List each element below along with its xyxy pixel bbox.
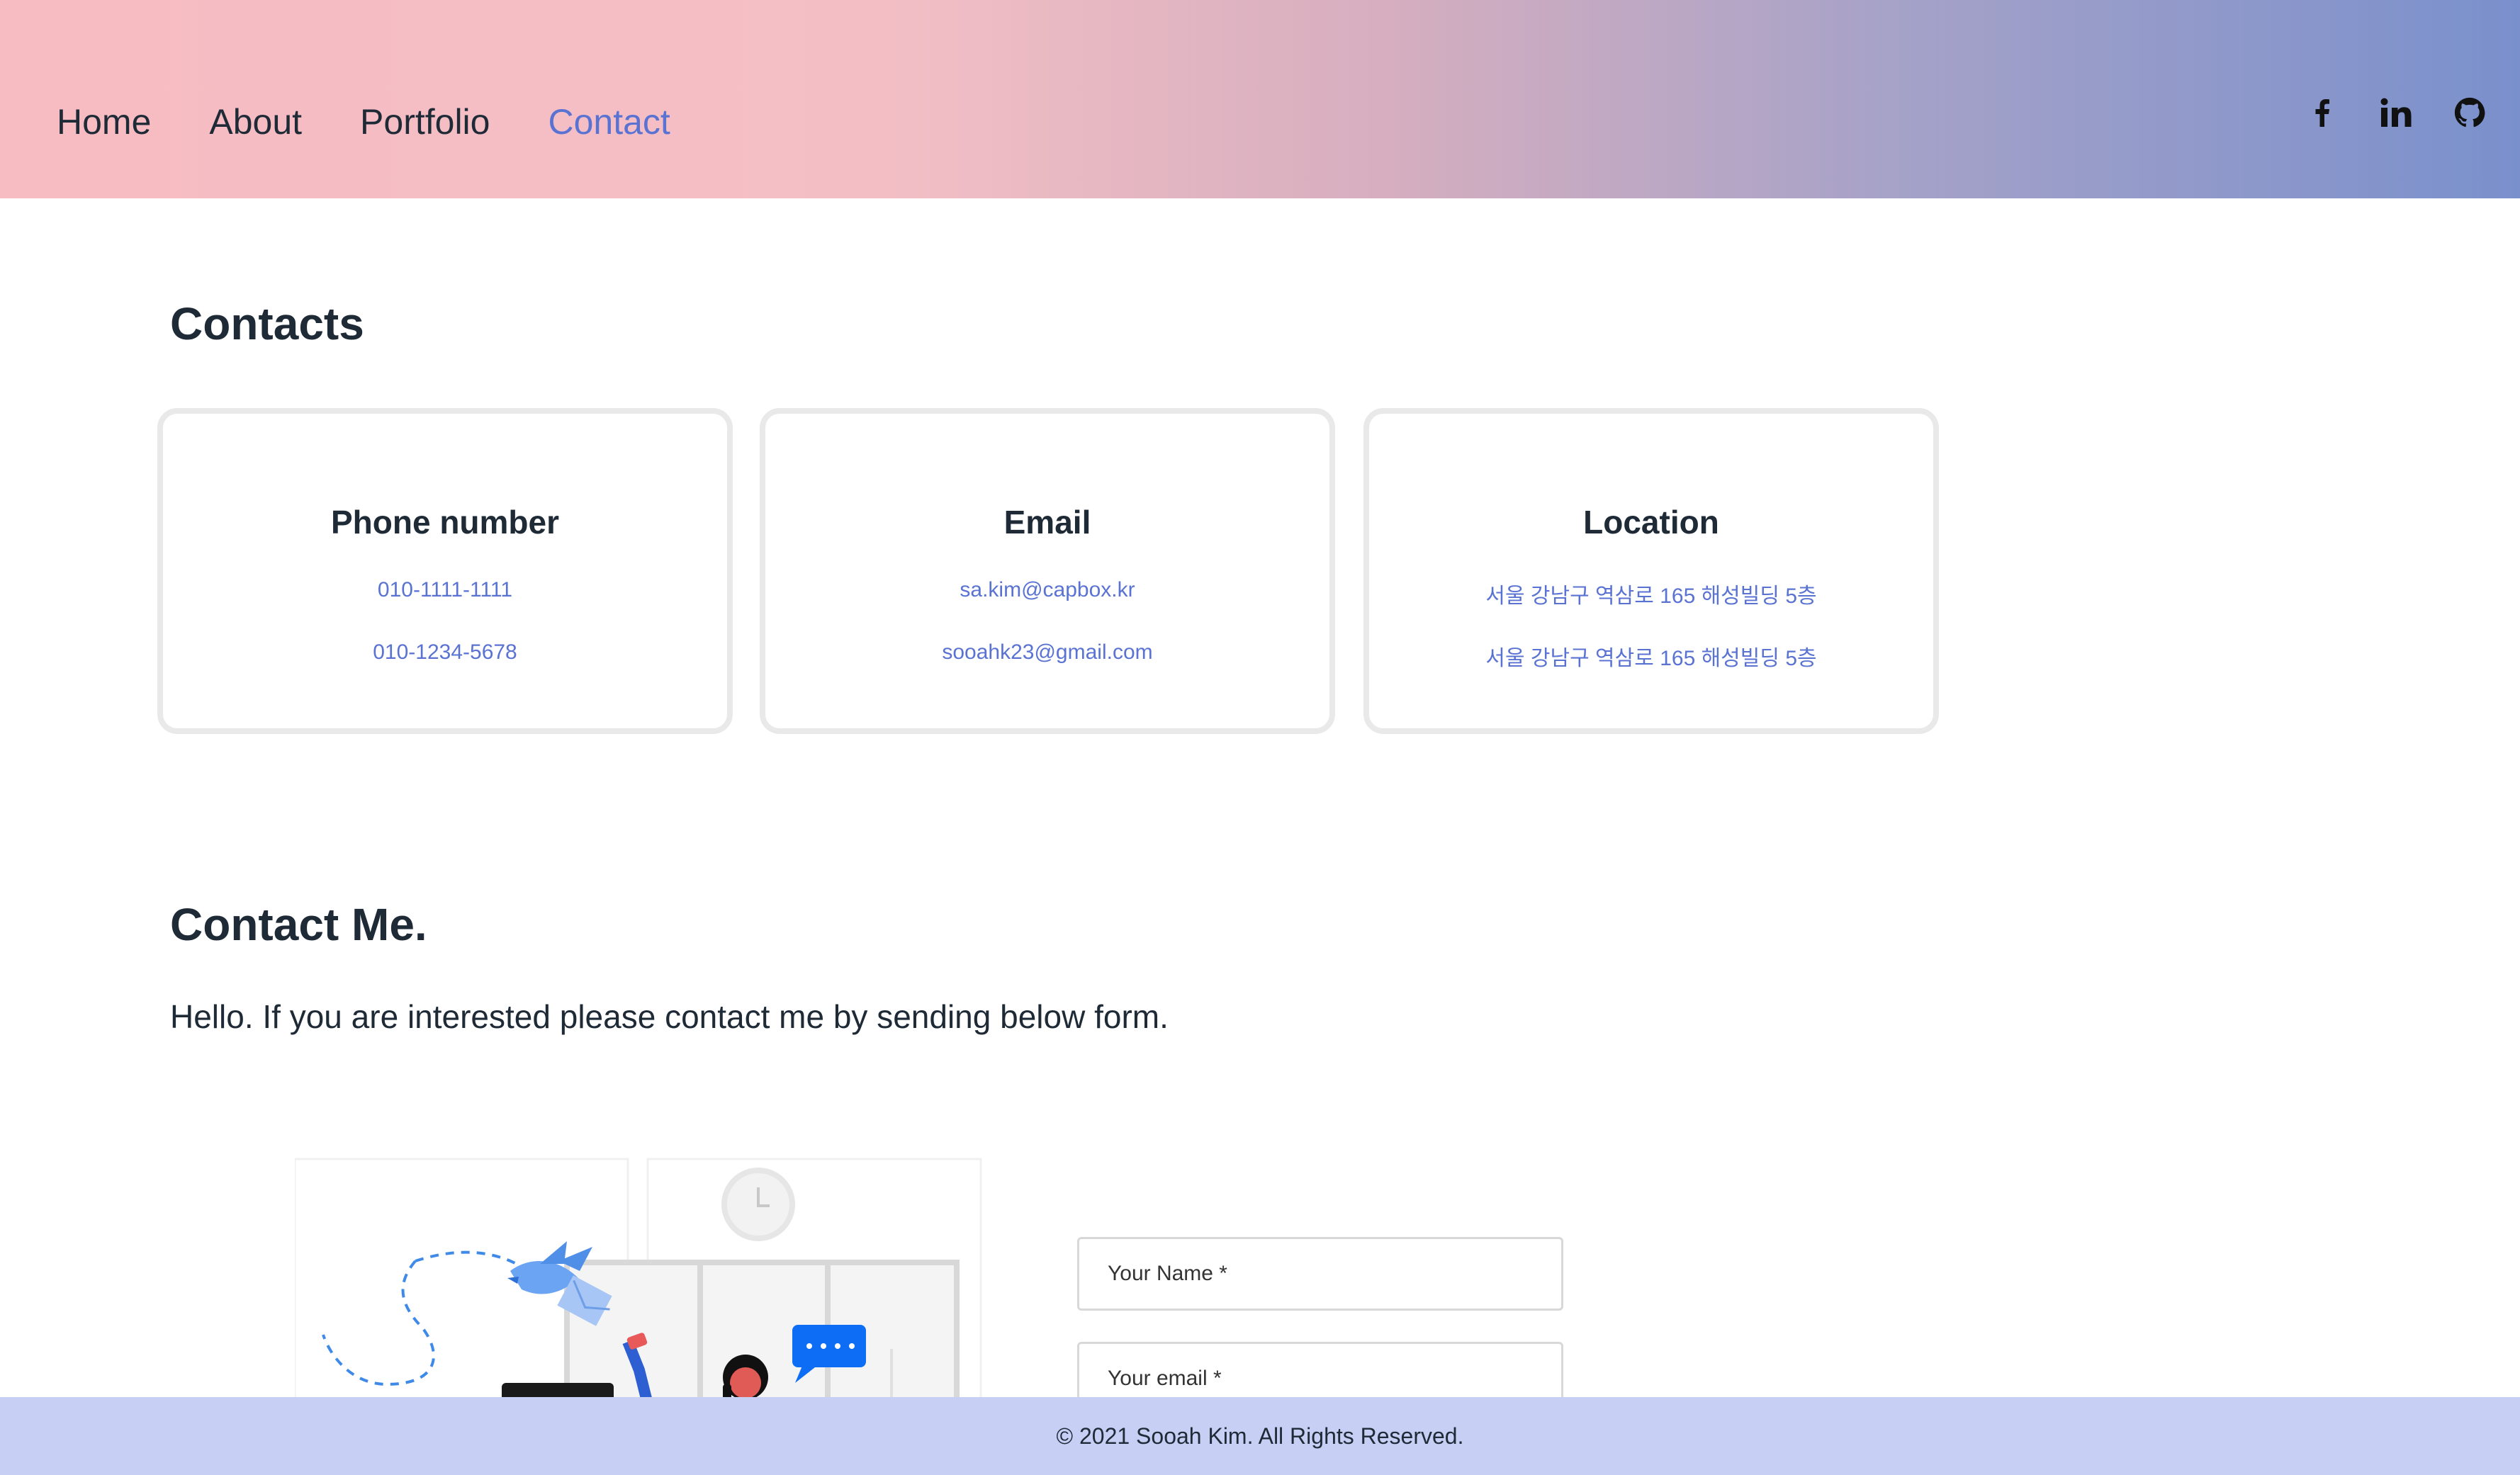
email-address-1[interactable]: sa.kim@capbox.kr (765, 578, 1329, 602)
footer-copyright: © 2021 Sooah Kim. All Rights Reserved. (1056, 1423, 1464, 1449)
phone-card-title: Phone number (330, 504, 560, 541)
email-address-2[interactable]: sooahk23@gmail.com (765, 640, 1329, 665)
nav-about[interactable]: About (209, 94, 302, 150)
phone-number-1[interactable]: 010-1111-1111 (163, 578, 727, 602)
nav-contact[interactable]: Contact (548, 94, 670, 150)
phone-number-2[interactable]: 010-1234-5678 (163, 640, 727, 665)
email-card-title: Email (1003, 504, 1091, 541)
location-address-1[interactable]: 서울 강남구 역삼로 165 해성빌딩 5층 (1369, 578, 1933, 609)
contact-illustration (293, 1158, 984, 1407)
social-links (2305, 95, 2487, 130)
location-address-2[interactable]: 서울 강남구 역삼로 165 해성빌딩 5층 (1369, 640, 1933, 672)
nav-portfolio[interactable]: Portfolio (360, 94, 490, 150)
linkedin-icon[interactable] (2378, 95, 2414, 130)
location-card-title: Location (1583, 504, 1719, 541)
contact-intro-text: Hello. If you are interested please cont… (170, 998, 1169, 1035)
location-card: Location 서울 강남구 역삼로 165 해성빌딩 5층 서울 강남구 역… (1363, 408, 1939, 734)
facebook-icon[interactable] (2305, 95, 2340, 130)
nav-home[interactable]: Home (57, 94, 151, 150)
phone-card: Phone number 010-1111-1111 010-1234-5678 (157, 408, 733, 734)
contact-me-title: Contact Me. (170, 899, 427, 950)
name-input[interactable] (1077, 1237, 1563, 1311)
email-card: Email sa.kim@capbox.kr sooahk23@gmail.co… (760, 408, 1335, 734)
main-nav: Home About Portfolio Contact (57, 94, 729, 150)
clock-icon (721, 1168, 795, 1241)
laptop-icon (502, 1383, 614, 1404)
header: Home About Portfolio Contact (0, 0, 2520, 198)
github-icon[interactable] (2452, 95, 2487, 130)
contacts-title: Contacts (170, 298, 364, 349)
footer: © 2021 Sooah Kim. All Rights Reserved. (0, 1397, 2520, 1475)
